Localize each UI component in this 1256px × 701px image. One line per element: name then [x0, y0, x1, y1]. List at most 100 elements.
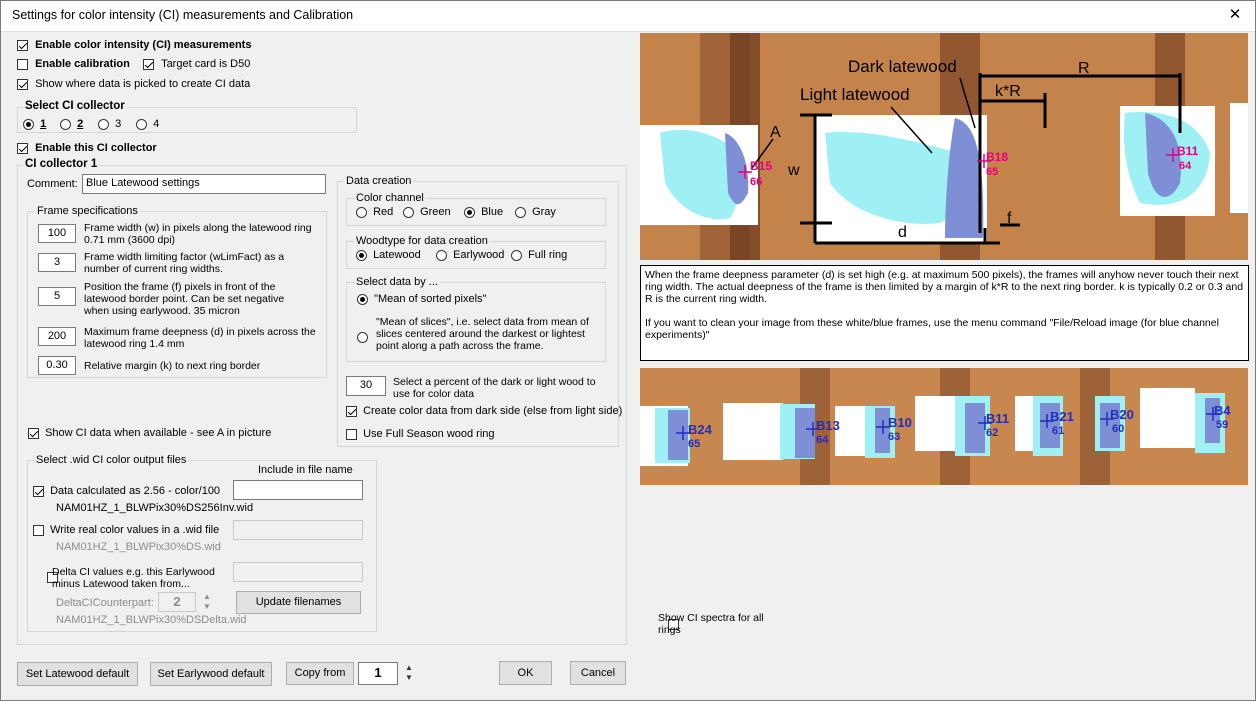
collector-radio-2-button[interactable]: [60, 118, 71, 130]
output-item1-option[interactable]: Data calculated as 2.56 - color/100: [33, 485, 220, 497]
woodtype-earlywood[interactable]: Earlywood: [436, 249, 504, 261]
frame-width-label: Frame width (w) in pixels along the late…: [84, 222, 312, 246]
channel-green-radio[interactable]: [403, 206, 414, 218]
enable-collector-checkbox[interactable]: [17, 142, 28, 154]
collector-radio-3-button[interactable]: [98, 118, 109, 130]
collector-radio-3[interactable]: 3: [98, 118, 121, 130]
margin-input[interactable]: 0.30: [38, 356, 76, 375]
counterpart-spinner-icon[interactable]: ▲ ▼: [203, 592, 211, 612]
frame-width-input[interactable]: 100: [38, 224, 76, 243]
strip-svg: B24 65 B13 64 B10 63 B11 62 B21 61 B20 6…: [640, 368, 1248, 485]
select-data-title: Select data by ...: [354, 276, 440, 288]
channel-red[interactable]: Red: [356, 206, 393, 218]
output-item2-option[interactable]: Write real color values in a .wid file: [33, 524, 219, 536]
copy-from-input[interactable]: 1: [358, 662, 398, 685]
collector-radio-4[interactable]: 4: [136, 118, 159, 130]
show-ci-data-option[interactable]: Show CI data when available - see A in p…: [28, 427, 271, 439]
r-label: R: [1078, 60, 1090, 77]
enable-calibration-checkbox[interactable]: [17, 58, 28, 70]
w-label: w: [787, 162, 800, 179]
marker-b15-value: 66: [750, 176, 762, 188]
collector-radio-4-button[interactable]: [136, 118, 147, 130]
output-item2-checkbox[interactable]: [33, 524, 44, 536]
strip-b13-value: 64: [816, 434, 829, 446]
target-card-checkbox[interactable]: [143, 58, 154, 70]
collector-radio-4-label: 4: [153, 118, 160, 130]
dark-latewood-label: Dark latewood: [848, 57, 957, 76]
frame-deepness-label: Maximum frame deepness (d) in pixels acr…: [84, 326, 316, 350]
show-ci-data-checkbox[interactable]: [28, 427, 39, 439]
woodtype-latewood-radio[interactable]: [356, 249, 367, 261]
cancel-button[interactable]: Cancel: [570, 661, 626, 685]
channel-blue-radio[interactable]: [464, 206, 475, 218]
woodtype-earlywood-radio[interactable]: [436, 249, 447, 261]
ok-button[interactable]: OK: [499, 661, 552, 685]
channel-blue[interactable]: Blue: [464, 206, 503, 218]
width-limit-input[interactable]: 3: [38, 253, 76, 272]
enable-collector-option[interactable]: Enable this CI collector: [17, 142, 157, 154]
target-card-option[interactable]: Target card is D50: [143, 58, 250, 70]
frame-position-input[interactable]: 5: [38, 287, 76, 306]
include-header: Include in file name: [258, 464, 353, 476]
enable-calibration-label: Enable calibration: [35, 58, 130, 70]
select-sorted[interactable]: "Mean of sorted pixels": [357, 293, 486, 305]
channel-red-label: Red: [373, 206, 394, 218]
woodtype-fullring[interactable]: Full ring: [511, 249, 567, 261]
full-season-option[interactable]: Use Full Season wood ring: [346, 428, 495, 440]
copy-spinner-icon[interactable]: ▲ ▼: [405, 663, 413, 683]
output-item1-checkbox[interactable]: [33, 485, 44, 497]
channel-red-radio[interactable]: [356, 206, 367, 218]
dark-side-option[interactable]: Create color data from dark side (else f…: [346, 405, 622, 417]
output-item1-input[interactable]: [233, 480, 363, 500]
frame-deepness-input[interactable]: 200: [38, 327, 76, 346]
output-item3-input[interactable]: [233, 562, 363, 582]
woodtype-title: Woodtype for data creation: [354, 235, 490, 247]
output-item1-file: NAM01HZ_1_BLWPix30%DS256Inv.wid: [56, 502, 254, 514]
channel-green-label: Green: [420, 206, 451, 218]
close-icon[interactable]: ✕: [1222, 3, 1248, 27]
marker-b11-name: B11: [1177, 144, 1199, 158]
info-text-box: When the frame deepness parameter (d) is…: [640, 265, 1249, 361]
percent-input[interactable]: 30: [346, 376, 386, 396]
enable-calibration-option[interactable]: Enable calibration: [17, 58, 130, 70]
output-item2-input[interactable]: [233, 520, 363, 540]
strip-b24-value: 65: [688, 438, 700, 450]
counterpart-input[interactable]: 2: [158, 592, 196, 612]
strip-b4-name: B4: [1214, 403, 1231, 418]
woodtype-latewood-label: Latewood: [373, 249, 421, 261]
show-where-option[interactable]: Show where data is picked to create CI d…: [17, 78, 250, 90]
collector-radio-2-label: 2: [77, 118, 84, 130]
collector-radio-2[interactable]: 2: [60, 118, 83, 130]
strip-b4-value: 59: [1216, 419, 1228, 431]
output-item3-file: NAM01HZ_1_BLWPix30%DSDelta.wid: [56, 614, 247, 626]
channel-blue-label: Blue: [481, 206, 504, 218]
diagram-svg: Dark latewood Light latewood A w d f k*R…: [640, 33, 1248, 260]
select-slices-radio[interactable]: [357, 331, 368, 343]
select-slices-label: "Mean of slices", i.e. select data from …: [376, 316, 589, 352]
select-sorted-radio[interactable]: [357, 293, 368, 305]
full-season-label: Use Full Season wood ring: [363, 428, 495, 440]
strip-b21-name: B21: [1050, 409, 1074, 424]
woodtype-fullring-radio[interactable]: [511, 249, 522, 261]
channel-green[interactable]: Green: [403, 206, 451, 218]
output-title: Select .wid CI color output files: [34, 454, 189, 466]
collector-radio-1[interactable]: 1: [23, 118, 46, 130]
select-sorted-label: "Mean of sorted pixels": [374, 293, 487, 305]
earlywood-default-button[interactable]: Set Earlywood default: [150, 662, 272, 686]
enable-ci-checkbox[interactable]: [17, 39, 28, 51]
copy-from-button[interactable]: Copy from: [286, 662, 354, 685]
woodtype-latewood[interactable]: Latewood: [356, 249, 421, 261]
comment-input[interactable]: Blue Latewood settings: [82, 174, 326, 194]
d-label: d: [898, 224, 907, 241]
dark-side-checkbox[interactable]: [346, 405, 357, 417]
comment-label: Comment:: [27, 178, 78, 190]
collector-radio-1-button[interactable]: [23, 118, 34, 130]
show-where-checkbox[interactable]: [17, 78, 28, 90]
channel-gray[interactable]: Gray: [515, 206, 556, 218]
latewood-default-button[interactable]: Set Latewood default: [17, 662, 138, 686]
update-filenames-button[interactable]: Update filenames: [236, 591, 361, 614]
full-season-checkbox[interactable]: [346, 428, 357, 440]
window-title: Settings for color intensity (CI) measur…: [12, 8, 354, 22]
channel-gray-radio[interactable]: [515, 206, 526, 218]
enable-ci-option[interactable]: Enable color intensity (CI) measurements: [17, 39, 251, 51]
